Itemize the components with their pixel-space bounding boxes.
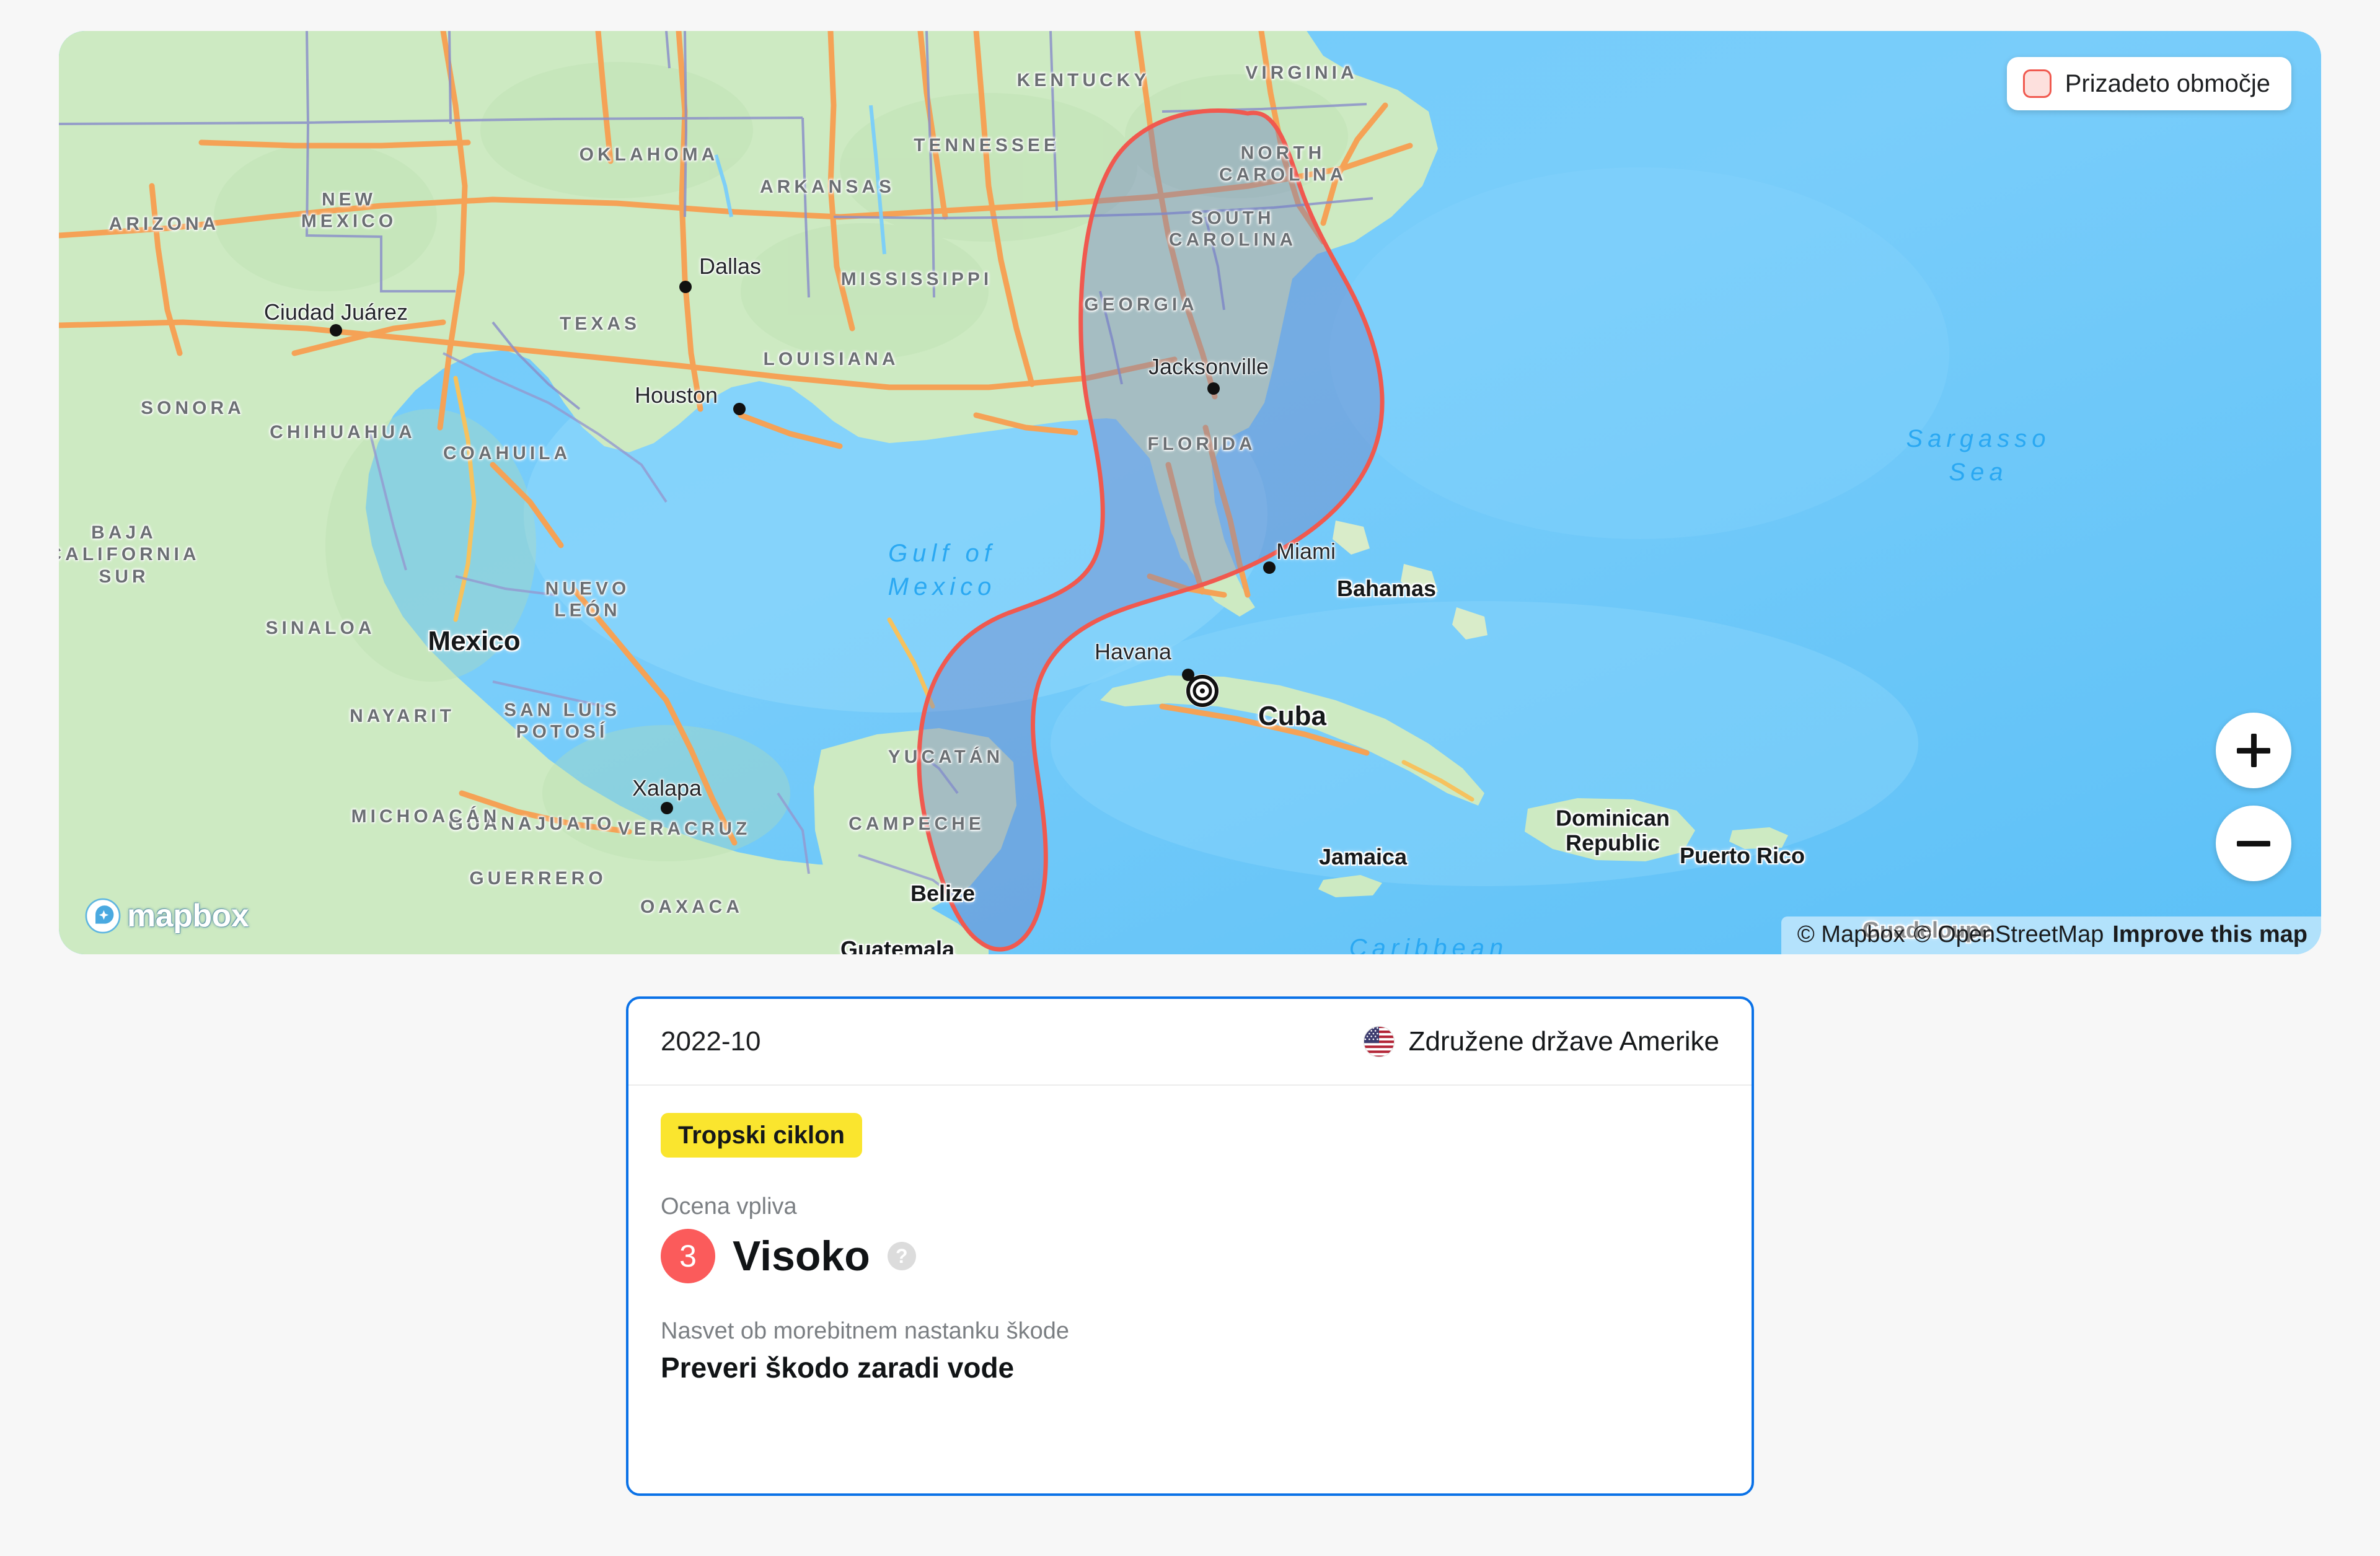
city-marker-dot <box>661 802 673 814</box>
map-legend: Prizadeto območje <box>2006 57 2291 110</box>
map-attribution[interactable]: © Mapbox © OpenStreetMap Improve this ma… <box>1781 916 2321 954</box>
minus-icon <box>2237 827 2270 860</box>
impact-score-row: 3 Visoko ? <box>661 1229 1719 1283</box>
card-body: Tropski ciklon Ocena vpliva 3 Visoko ? N… <box>628 1086 1752 1384</box>
attribution-osm[interactable]: © OpenStreetMap <box>1914 921 2104 948</box>
improve-this-map-link[interactable]: Improve this map <box>2112 921 2307 948</box>
city-marker-dot <box>733 403 746 415</box>
card-header: 2022-10 Združene države Amerike <box>628 999 1752 1086</box>
city-marker-dot <box>1207 382 1220 395</box>
map-basemap <box>59 31 2321 954</box>
city-marker-dot <box>679 281 692 293</box>
help-icon[interactable]: ? <box>887 1242 916 1270</box>
zoom-in-button[interactable] <box>2216 713 2291 788</box>
usa-flag-icon <box>1363 1026 1395 1058</box>
map-canvas[interactable]: Gulf of Mexico Sargasso Sea Caribbean KENT… <box>59 31 2321 954</box>
impact-score-circle: 3 <box>661 1229 715 1283</box>
app-root: Gulf of Mexico Sargasso Sea Caribbean KENT… <box>0 0 2380 1556</box>
event-detail-card[interactable]: 2022-10 Združene države Amerike Tropski … <box>626 996 1754 1496</box>
city-marker-dot <box>1182 669 1194 681</box>
hazard-type-badge: Tropski ciklon <box>661 1113 862 1158</box>
legend-swatch-affected-area <box>2022 69 2052 98</box>
mapbox-logo[interactable]: mapbox <box>85 897 249 934</box>
mapbox-wordmark: mapbox <box>127 898 249 934</box>
city-marker-dot <box>330 324 342 336</box>
mapbox-mark-icon <box>85 898 121 934</box>
city-marker-dot <box>1263 561 1276 574</box>
legend-label: Prizadeto območje <box>2065 69 2270 97</box>
event-date: 2022-10 <box>661 1026 761 1057</box>
damage-advice-text: Preveri škodo zaradi vode <box>661 1352 1015 1384</box>
zoom-out-button[interactable] <box>2216 806 2291 881</box>
plus-icon <box>2237 734 2270 767</box>
map-zoom-controls[interactable] <box>2216 713 2291 881</box>
impact-score-label: Ocena vpliva <box>661 1193 797 1220</box>
event-country: Združene države Amerike <box>1363 1026 1719 1058</box>
country-name: Združene države Amerike <box>1408 1026 1719 1057</box>
damage-advice-label: Nasvet ob morebitnem nastanku škode <box>661 1318 1070 1344</box>
attribution-mapbox[interactable]: © Mapbox <box>1797 921 1905 948</box>
impact-level-text: Visoko <box>733 1233 870 1280</box>
